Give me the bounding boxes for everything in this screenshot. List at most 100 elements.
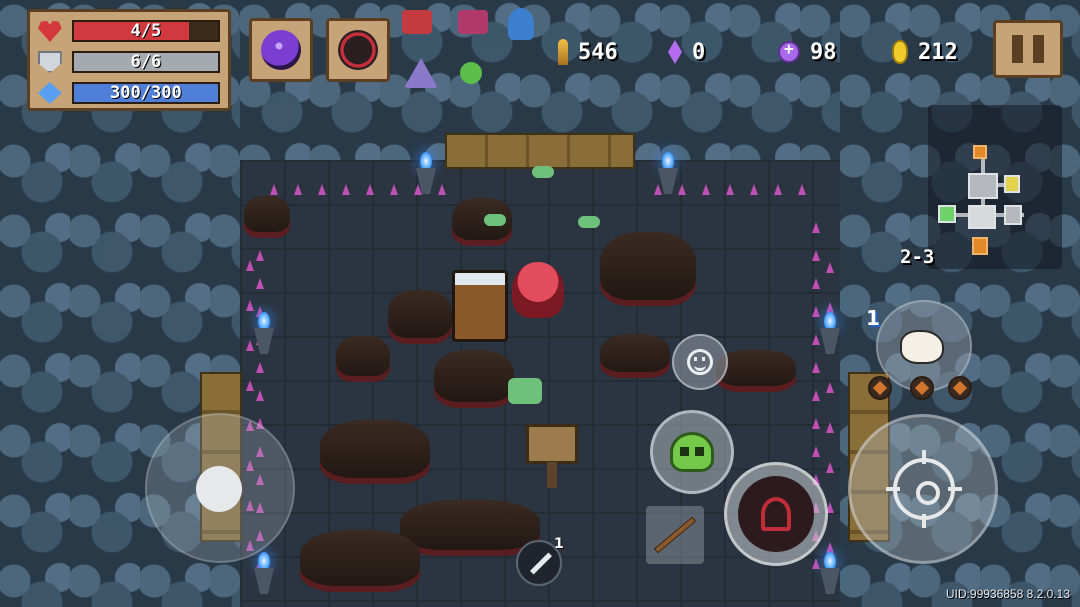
shield-icon [38, 51, 62, 73]
spike-trap [256, 390, 264, 401]
spike-trap [366, 184, 374, 195]
spike-trap [812, 362, 820, 373]
spike-trap [256, 278, 264, 289]
player-character [452, 270, 508, 342]
armor-row: 6/6 [38, 48, 220, 76]
green-bat-projectile [484, 214, 506, 226]
green-bat-projectile [532, 166, 554, 178]
spike-trap [256, 362, 264, 373]
wooden-sign[interactable] [526, 424, 578, 464]
spike-trap [246, 300, 254, 311]
minimap-room-start [938, 205, 956, 223]
minimap-room-exit [972, 237, 988, 255]
demon-sigil-icon [761, 497, 791, 531]
token-count: 98 [810, 39, 837, 65]
minimap-room [968, 173, 998, 199]
spike-trap [812, 278, 820, 289]
wooden-sign-post [547, 462, 557, 488]
game-screen: 4/5 6/6 300/300 546 0 + 98 212 2-3 1 1 U… [0, 0, 1080, 607]
blue-torch [412, 152, 440, 196]
emote-button[interactable] [672, 334, 728, 390]
spike-trap [826, 262, 834, 273]
crosshair-tick [922, 450, 926, 464]
rune-skill-icon [338, 30, 378, 70]
crosshair-tick [886, 487, 900, 491]
character-skill-button[interactable] [650, 410, 734, 494]
pet-count: 1 [866, 306, 880, 330]
spike-trap [246, 380, 254, 391]
level-indicator: 2-3 [900, 246, 935, 268]
blue-torch [250, 312, 278, 356]
blue-torch [654, 152, 682, 196]
ammo-gem [948, 376, 972, 400]
spike-trap [826, 382, 834, 393]
bullet-counter: 546 [558, 36, 618, 68]
player-stats-panel: 4/5 6/6 300/300 [27, 9, 231, 111]
swap-weapon-button[interactable] [646, 506, 704, 564]
unicorn-pet-icon [900, 330, 944, 364]
health-row: 4/5 [38, 17, 220, 45]
spike-trap [826, 462, 834, 473]
spike-trap [812, 418, 820, 429]
dire-boar-enemy [336, 336, 390, 382]
spike-trap [246, 260, 254, 271]
energy-crystal-icon [38, 82, 62, 104]
dire-boar-enemy [300, 530, 420, 592]
minimap-room-shop [973, 145, 987, 159]
blue-torch [816, 312, 844, 356]
health-value: 4/5 [130, 21, 162, 41]
spike-trap [390, 184, 398, 195]
spike-trap [812, 446, 820, 457]
wooden-staff-icon [653, 516, 697, 554]
coin-counter: 212 [892, 36, 958, 68]
blue-torch [250, 552, 278, 596]
armor-value: 6/6 [130, 52, 162, 72]
joystick-knob[interactable] [196, 466, 242, 512]
rune-skill-slot[interactable] [326, 18, 390, 82]
wooden-crate-wall [445, 133, 635, 169]
pause-icon-bar [1033, 35, 1044, 63]
clover-buff-icon [460, 62, 482, 84]
minimap-room [1004, 205, 1022, 225]
weapon-skill-button[interactable] [724, 462, 828, 566]
green-bat-projectile [578, 216, 600, 228]
dark-orb-skill-slot[interactable] [249, 18, 313, 82]
sword-count: 1 [554, 536, 564, 552]
spike-trap [826, 422, 834, 433]
spike-trap [812, 250, 820, 261]
green-slash-effect [508, 378, 542, 404]
bullet-count: 546 [578, 39, 618, 65]
dire-boar-enemy [434, 350, 514, 408]
spike-trap [726, 184, 734, 195]
health-bar: 4/5 [71, 20, 220, 42]
spike-trap [318, 184, 326, 195]
dire-boar-enemy [600, 232, 696, 306]
blue-torch [816, 552, 844, 596]
weapon-skill-inner [738, 476, 814, 552]
pause-button[interactable] [993, 20, 1063, 78]
armor-bar: 6/6 [71, 51, 220, 73]
dire-boar-enemy [244, 196, 290, 238]
companion-character [512, 262, 564, 318]
crystal-count: 0 [692, 39, 706, 65]
crosshair-tick [948, 487, 962, 491]
crosshair-icon [893, 458, 955, 520]
smiley-icon [687, 349, 713, 375]
energy-row: 300/300 [38, 79, 220, 107]
spirit-buff-icon [508, 8, 534, 40]
uid-version-label: UID:99936858 8.2.0.13 [945, 587, 1070, 601]
token-counter: 98 [778, 36, 837, 68]
percent-buff-icon [458, 10, 488, 34]
spike-trap [774, 184, 782, 195]
minimap[interactable] [928, 105, 1062, 269]
dire-boar-enemy [400, 500, 540, 556]
bullet-icon [558, 39, 568, 65]
minimap-room-current [968, 205, 996, 229]
hp-up-buff-icon [402, 10, 432, 34]
ammo-gem [868, 376, 892, 400]
ammo-gem [910, 376, 934, 400]
pause-icon [1012, 35, 1023, 63]
spike-trap [750, 184, 758, 195]
spike-trap [270, 184, 278, 195]
purple-crystal-icon [668, 40, 682, 64]
